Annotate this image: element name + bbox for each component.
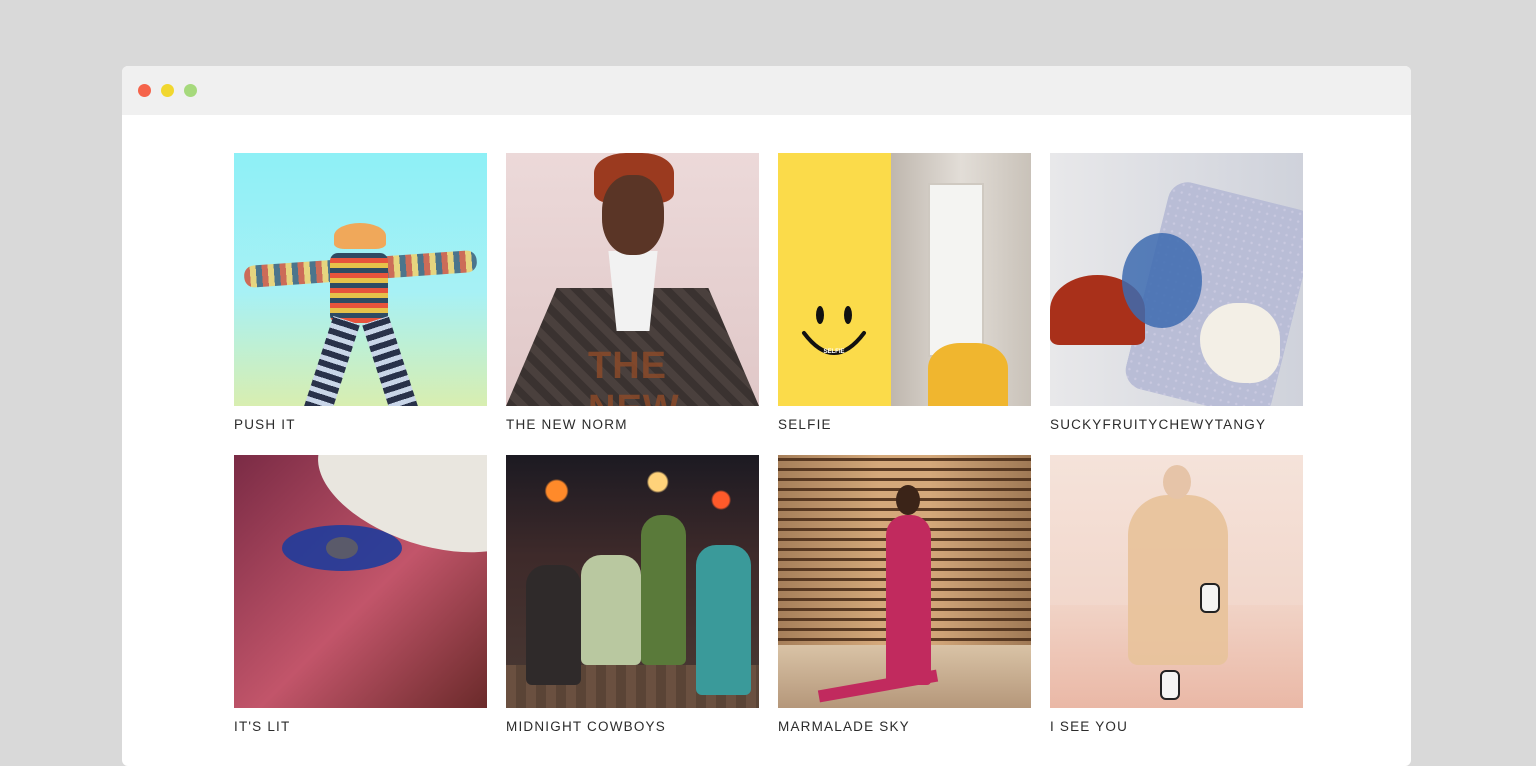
browser-window: PUSH IT THE NEW THE NEW NORM SELFIE SELF… — [122, 66, 1411, 766]
model-head — [1163, 465, 1191, 499]
figure-leg — [304, 315, 360, 406]
window-pane — [928, 183, 984, 357]
model-figure — [526, 565, 581, 685]
yellow-panel — [778, 153, 891, 406]
image-overlay-text: THE NEW — [588, 345, 679, 406]
model-head — [896, 485, 920, 515]
face — [602, 175, 664, 255]
gallery-item-the-new-norm[interactable]: THE NEW THE NEW NORM — [506, 153, 759, 432]
figure-body — [330, 253, 388, 323]
model-figure — [641, 515, 686, 665]
smiley-label: SELFIE — [823, 349, 844, 355]
feather-cuff — [1122, 233, 1202, 328]
gallery-thumbnail[interactable] — [234, 455, 487, 708]
shoe — [1160, 670, 1180, 700]
gallery-item-marmalade-sky[interactable]: MARMALADE SKY — [778, 455, 1031, 734]
gallery-item-selfie[interactable]: SELFIE SELFIE — [778, 153, 1031, 432]
gallery-item-midnight-cowboys[interactable]: MIDNIGHT COWBOYS — [506, 455, 759, 734]
shoe — [1200, 583, 1220, 613]
smiley-face-icon: SELFIE — [802, 306, 866, 355]
gallery-thumbnail[interactable] — [234, 153, 487, 406]
gallery-item-title[interactable]: SELFIE — [778, 417, 1031, 432]
figure-leg — [362, 315, 418, 406]
gallery-thumbnail[interactable]: SELFIE — [778, 153, 1031, 406]
gallery-thumbnail[interactable] — [1050, 153, 1303, 406]
model-figure — [581, 555, 641, 665]
gallery-item-suckyfruitychewytangy[interactable]: SUCKYFRUITYCHEWYTANGY — [1050, 153, 1303, 432]
gallery-thumbnail[interactable]: THE NEW — [506, 153, 759, 406]
gallery-item-i-see-you[interactable]: I SEE YOU — [1050, 455, 1303, 734]
model-figure — [696, 545, 751, 695]
pink-gown — [886, 515, 931, 685]
close-window-button[interactable] — [138, 84, 151, 97]
gallery-item-title[interactable]: I SEE YOU — [1050, 719, 1303, 734]
yellow-dress — [928, 343, 1008, 406]
gallery-item-push-it[interactable]: PUSH IT — [234, 153, 487, 432]
gallery-thumbnail[interactable] — [506, 455, 759, 708]
title-bar — [122, 66, 1411, 115]
maximize-window-button[interactable] — [184, 84, 197, 97]
gallery-item-title[interactable]: IT'S LIT — [234, 719, 487, 734]
gallery-item-title[interactable]: MIDNIGHT COWBOYS — [506, 719, 759, 734]
eye-iris — [326, 537, 358, 559]
gallery-item-title[interactable]: MARMALADE SKY — [778, 719, 1031, 734]
gallery-thumbnail[interactable] — [1050, 455, 1303, 708]
gallery-item-title[interactable]: SUCKYFRUITYCHEWYTANGY — [1050, 417, 1303, 432]
gallery-item-title[interactable]: THE NEW NORM — [506, 417, 759, 432]
gallery-item-its-lit[interactable]: IT'S LIT — [234, 455, 487, 734]
minimize-window-button[interactable] — [161, 84, 174, 97]
tulle-dress — [1128, 495, 1228, 665]
hat — [334, 223, 386, 249]
night-lights — [506, 455, 759, 545]
gallery-item-title[interactable]: PUSH IT — [234, 417, 487, 432]
gallery-thumbnail[interactable] — [778, 455, 1031, 708]
